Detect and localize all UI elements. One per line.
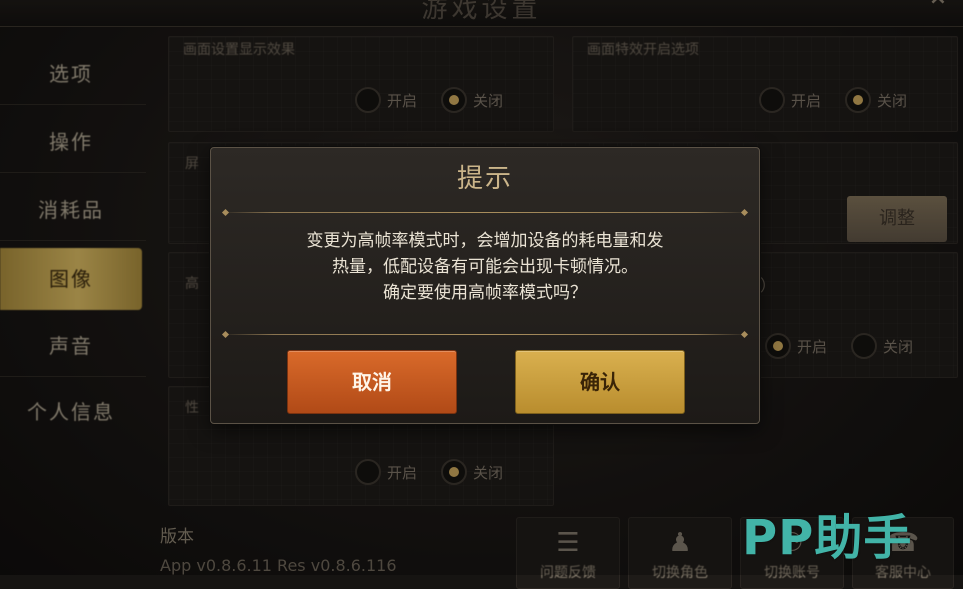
confirm-button[interactable]: 确认	[515, 350, 685, 414]
dialog-divider	[221, 334, 749, 335]
message-line: 变更为高帧率模式时，会增加设备的耗电量和发	[306, 231, 664, 251]
dialog-message: 变更为高帧率模式时，会增加设备的耗电量和发 热量，低配设备有可能会出现卡顿情况。…	[231, 228, 739, 306]
confirm-dialog: 提示 变更为高帧率模式时，会增加设备的耗电量和发 热量，低配设备有可能会出现卡顿…	[210, 147, 760, 424]
dialog-divider	[221, 212, 749, 213]
cancel-button[interactable]: 取消	[287, 350, 457, 414]
message-line: 确定要使用高帧率模式吗？	[383, 283, 587, 303]
watermark-logo: PP助手	[742, 510, 913, 566]
dialog-title: 提示	[456, 164, 513, 194]
message-line: 热量，低配设备有可能会出现卡顿情况。	[332, 257, 638, 277]
